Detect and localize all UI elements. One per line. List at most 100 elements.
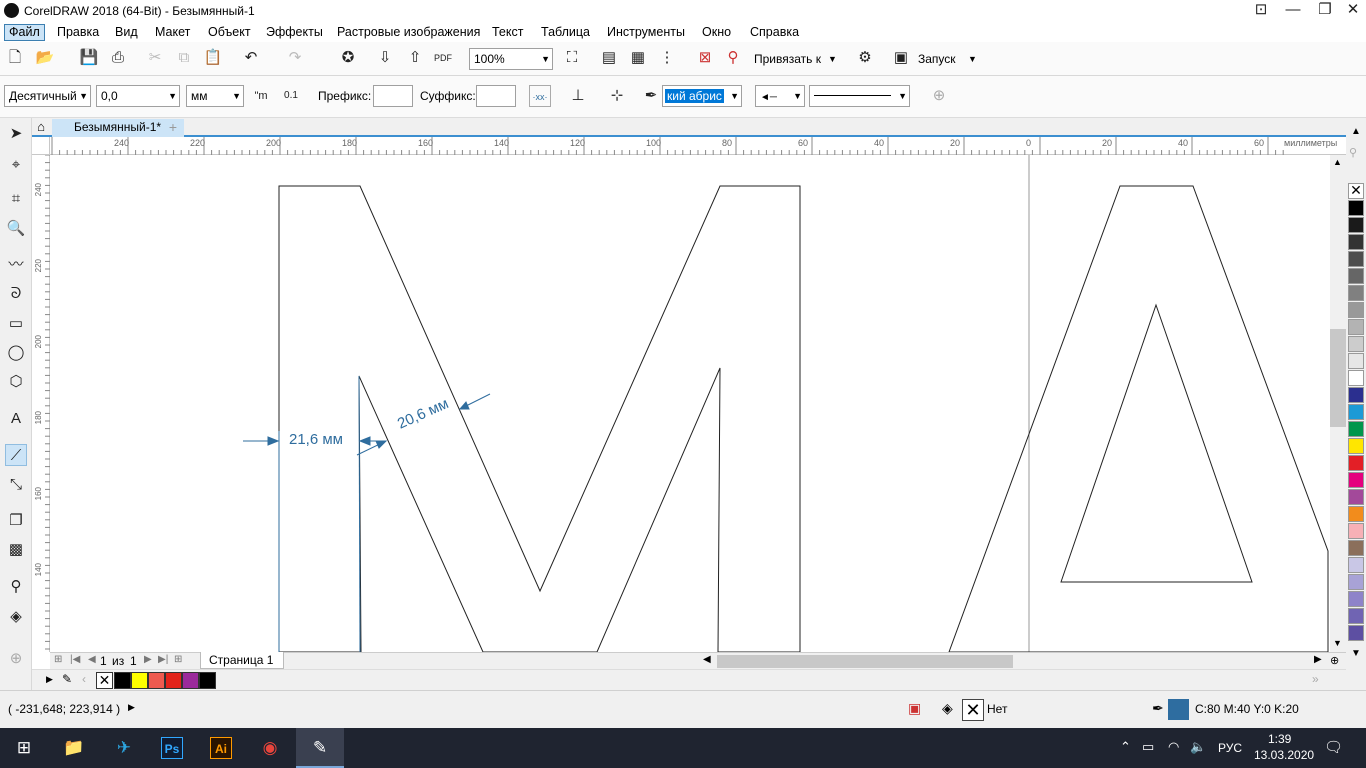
show-rulers-icon[interactable]: ▤: [598, 47, 620, 69]
palette-swatch[interactable]: [1348, 319, 1364, 335]
palette-swatch[interactable]: [1348, 268, 1364, 284]
drop-shadow-tool-icon[interactable]: ❐: [5, 510, 27, 532]
outline-pen-icon[interactable]: ✒: [640, 85, 662, 107]
menu-effects[interactable]: Эффекты: [262, 24, 327, 41]
shape-tool-icon[interactable]: ⌖: [5, 154, 27, 176]
palette-swatch[interactable]: [1348, 370, 1364, 386]
pin-icon[interactable]: ⊡: [1246, 0, 1276, 22]
freehand-tool-icon[interactable]: 〰: [5, 254, 27, 276]
palette-swatch[interactable]: [1348, 608, 1364, 624]
chrome-icon[interactable]: ◉: [246, 728, 294, 768]
palette-swatch[interactable]: [1348, 591, 1364, 607]
zoom-page-icon[interactable]: ⊞: [54, 654, 62, 665]
leading-zero-icon[interactable]: 0.1: [280, 85, 302, 107]
page-tab[interactable]: Страница 1: [200, 652, 285, 669]
menu-file[interactable]: Файл: [4, 24, 45, 41]
drawing-canvas[interactable]: 21,6 мм 20,6 мм: [50, 155, 1330, 652]
menu-tools[interactable]: Инструменты: [603, 24, 689, 41]
export-icon[interactable]: ⇧: [404, 47, 426, 69]
menu-object[interactable]: Объект: [204, 24, 255, 41]
menu-window[interactable]: Окно: [698, 24, 735, 41]
zoom-tool-icon[interactable]: 🔍: [5, 218, 27, 240]
doc-palette-eyedropper-icon[interactable]: ✎: [62, 672, 72, 686]
open-icon[interactable]: 📂: [34, 47, 56, 69]
horizontal-scroll-thumb[interactable]: [717, 655, 1013, 668]
letter-m-outline[interactable]: [278, 185, 801, 652]
menu-text[interactable]: Текст: [488, 24, 527, 41]
palette-swatch[interactable]: [1348, 540, 1364, 556]
palette-swatch[interactable]: [1348, 336, 1364, 352]
menu-edit[interactable]: Правка: [53, 24, 103, 41]
dimension-tool-icon[interactable]: ⟋: [5, 444, 27, 466]
fill-bucket-icon[interactable]: ◈: [942, 700, 953, 717]
palette-swatch[interactable]: [1348, 251, 1364, 267]
scroll-up-icon[interactable]: ▲: [1333, 157, 1342, 167]
line-style-select[interactable]: ▼: [809, 85, 910, 107]
import-icon[interactable]: ⇩: [374, 47, 396, 69]
language-indicator[interactable]: РУС: [1218, 741, 1242, 755]
palette-swatch[interactable]: [1348, 574, 1364, 590]
dimension-label-1[interactable]: 21,6 мм: [289, 431, 343, 448]
doc-palette-swatch[interactable]: [199, 672, 216, 689]
palette-swatch[interactable]: [1348, 489, 1364, 505]
redo-icon[interactable]: ↷: [284, 47, 306, 69]
palette-swatch[interactable]: [1348, 557, 1364, 573]
transparency-tool-icon[interactable]: ▩: [5, 539, 27, 561]
options-gear-icon[interactable]: ⚙: [854, 47, 876, 69]
palette-up-icon[interactable]: ▲: [1351, 126, 1361, 137]
palette-swatch[interactable]: [1348, 234, 1364, 250]
illustrator-icon[interactable]: Ai: [197, 728, 245, 768]
horizontal-scrollbar[interactable]: ◀ ▶ ⊕: [698, 652, 1346, 669]
polygon-tool-icon[interactable]: ⬡: [5, 371, 27, 393]
cut-icon[interactable]: ✂: [144, 47, 166, 69]
doc-palette-scroll-left-icon[interactable]: ‹: [82, 672, 86, 686]
battery-icon[interactable]: ▭: [1142, 739, 1154, 755]
clock-time[interactable]: 1:39: [1268, 732, 1291, 746]
undo-icon[interactable]: ↶: [240, 47, 262, 69]
outline-color-swatch[interactable]: [1168, 699, 1189, 720]
outline-width-select[interactable]: кий абрис ▼: [662, 85, 742, 107]
file-explorer-icon[interactable]: 📁: [50, 728, 98, 768]
palette-swatch[interactable]: [1348, 200, 1364, 216]
palette-eyedropper-icon[interactable]: ⚲: [1349, 146, 1357, 159]
arrow-start-select[interactable]: ◄─ ▼: [755, 85, 805, 107]
palette-swatch[interactable]: [1348, 387, 1364, 403]
add-icon[interactable]: ⊕: [928, 85, 950, 107]
extension-lines-icon[interactable]: ⊹: [606, 85, 628, 107]
menu-view[interactable]: Вид: [111, 24, 142, 41]
palette-swatch[interactable]: [1348, 217, 1364, 233]
snap-dropdown-arrow[interactable]: ▼: [828, 48, 837, 70]
vertical-ruler[interactable]: 240 220 200 180 160 140: [32, 155, 50, 652]
palette-down-icon[interactable]: ▼: [1351, 648, 1361, 659]
launch-dropdown-arrow[interactable]: ▼: [968, 48, 977, 70]
palette-swatch[interactable]: [1348, 472, 1364, 488]
palette-swatch[interactable]: [1348, 421, 1364, 437]
photoshop-icon[interactable]: Ps: [148, 728, 196, 768]
launch-icon[interactable]: ▣: [890, 47, 912, 69]
palette-swatch[interactable]: [1348, 404, 1364, 420]
menu-layout[interactable]: Макет: [151, 24, 194, 41]
doc-palette-swatch[interactable]: [165, 672, 182, 689]
telegram-icon[interactable]: ✈: [100, 728, 148, 768]
next-page-icon[interactable]: ▶: [144, 654, 152, 665]
scroll-down-icon[interactable]: ▼: [1333, 638, 1342, 648]
launch-dropdown[interactable]: Запуск: [918, 48, 956, 70]
menu-table[interactable]: Таблица: [537, 24, 594, 41]
crop-tool-icon[interactable]: ⌗: [5, 188, 27, 210]
rectangle-tool-icon[interactable]: ▭: [5, 313, 27, 335]
close-button[interactable]: ✕: [1338, 0, 1366, 22]
first-page-icon[interactable]: |◀: [70, 654, 80, 665]
palette-swatch[interactable]: [1348, 523, 1364, 539]
fill-none-swatch[interactable]: ✕: [962, 699, 984, 721]
pdf-icon[interactable]: PDF: [432, 47, 454, 69]
search-content-icon[interactable]: ✪: [337, 47, 359, 69]
scroll-right-icon[interactable]: ▶: [1314, 654, 1322, 665]
doc-palette-swatch[interactable]: [148, 672, 165, 689]
print-icon[interactable]: ⎙: [107, 47, 129, 69]
minimize-button[interactable]: —: [1278, 0, 1308, 22]
notifications-icon[interactable]: 🗨: [1324, 738, 1343, 756]
no-color-swatch[interactable]: ✕: [1348, 183, 1364, 199]
doc-no-color-swatch[interactable]: ✕: [96, 672, 113, 689]
palette-swatch[interactable]: [1348, 506, 1364, 522]
dynamic-dimensioning-icon[interactable]: ·xx·: [529, 85, 551, 107]
